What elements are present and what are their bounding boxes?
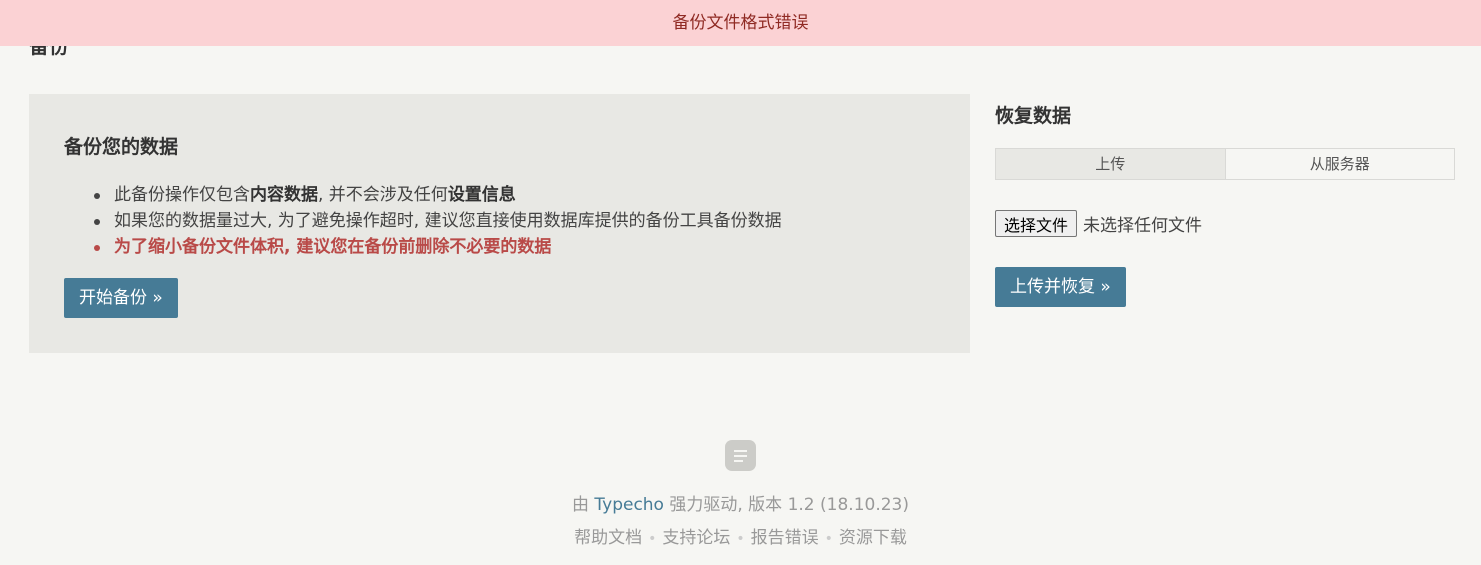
help-docs-link[interactable]: 帮助文档 bbox=[574, 528, 642, 548]
separator-dot: • bbox=[736, 531, 745, 547]
list-item: 如果您的数据量过大, 为了避免操作超时, 建议您直接使用数据库提供的备份工具备份… bbox=[64, 208, 782, 234]
error-notice: 备份文件格式错误 bbox=[0, 0, 1481, 46]
footer-links: 帮助文档 • 支持论坛 • 报告错误 • 资源下载 bbox=[0, 523, 1481, 548]
backup-notes-list: 此备份操作仅包含内容数据, 并不会涉及任何设置信息 如果您的数据量过大, 为了避… bbox=[64, 182, 782, 260]
choose-file-button[interactable]: 选择文件 bbox=[995, 210, 1078, 237]
downloads-link[interactable]: 资源下载 bbox=[839, 528, 907, 548]
separator-dot: • bbox=[824, 531, 833, 547]
file-picker: 选择文件 未选择任何文件 bbox=[995, 210, 1202, 237]
footer-power: 由 Typecho 强力驱动, 版本 1.2 (18.10.23) bbox=[0, 490, 1481, 515]
typecho-logo-icon bbox=[725, 440, 756, 471]
backup-panel: 备份您的数据 此备份操作仅包含内容数据, 并不会涉及任何设置信息 如果您的数据量… bbox=[29, 94, 970, 353]
start-backup-button[interactable]: 开始备份 » bbox=[64, 278, 178, 318]
restore-tabs: 上传 从服务器 bbox=[995, 148, 1455, 180]
power-suffix: 强力驱动, 版本 1.2 (18.10.23) bbox=[669, 495, 909, 515]
warning-item: 为了缩小备份文件体积, 建议您在备份前删除不必要的数据 bbox=[64, 234, 782, 260]
tab-upload[interactable]: 上传 bbox=[995, 148, 1226, 180]
note-bold: 内容数据 bbox=[250, 185, 318, 205]
backup-heading: 备份您的数据 bbox=[64, 136, 179, 158]
file-status: 未选择任何文件 bbox=[1083, 216, 1203, 236]
separator-dot: • bbox=[648, 531, 657, 547]
note-text: , 并不会涉及任何 bbox=[318, 185, 448, 205]
upload-restore-button[interactable]: 上传并恢复 » bbox=[995, 267, 1126, 307]
footer: 由 Typecho 强力驱动, 版本 1.2 (18.10.23) 帮助文档 • 支… bbox=[0, 440, 1481, 548]
tab-from-server[interactable]: 从服务器 bbox=[1225, 148, 1455, 180]
power-prefix: 由 bbox=[571, 495, 589, 515]
note-bold: 设置信息 bbox=[447, 185, 516, 205]
support-forum-link[interactable]: 支持论坛 bbox=[662, 528, 730, 548]
restore-heading: 恢复数据 bbox=[995, 105, 1072, 127]
typecho-link[interactable]: Typecho bbox=[594, 495, 664, 515]
note-text: 此备份操作仅包含 bbox=[114, 185, 250, 205]
report-bug-link[interactable]: 报告错误 bbox=[751, 528, 819, 548]
list-item: 此备份操作仅包含内容数据, 并不会涉及任何设置信息 bbox=[64, 182, 782, 208]
